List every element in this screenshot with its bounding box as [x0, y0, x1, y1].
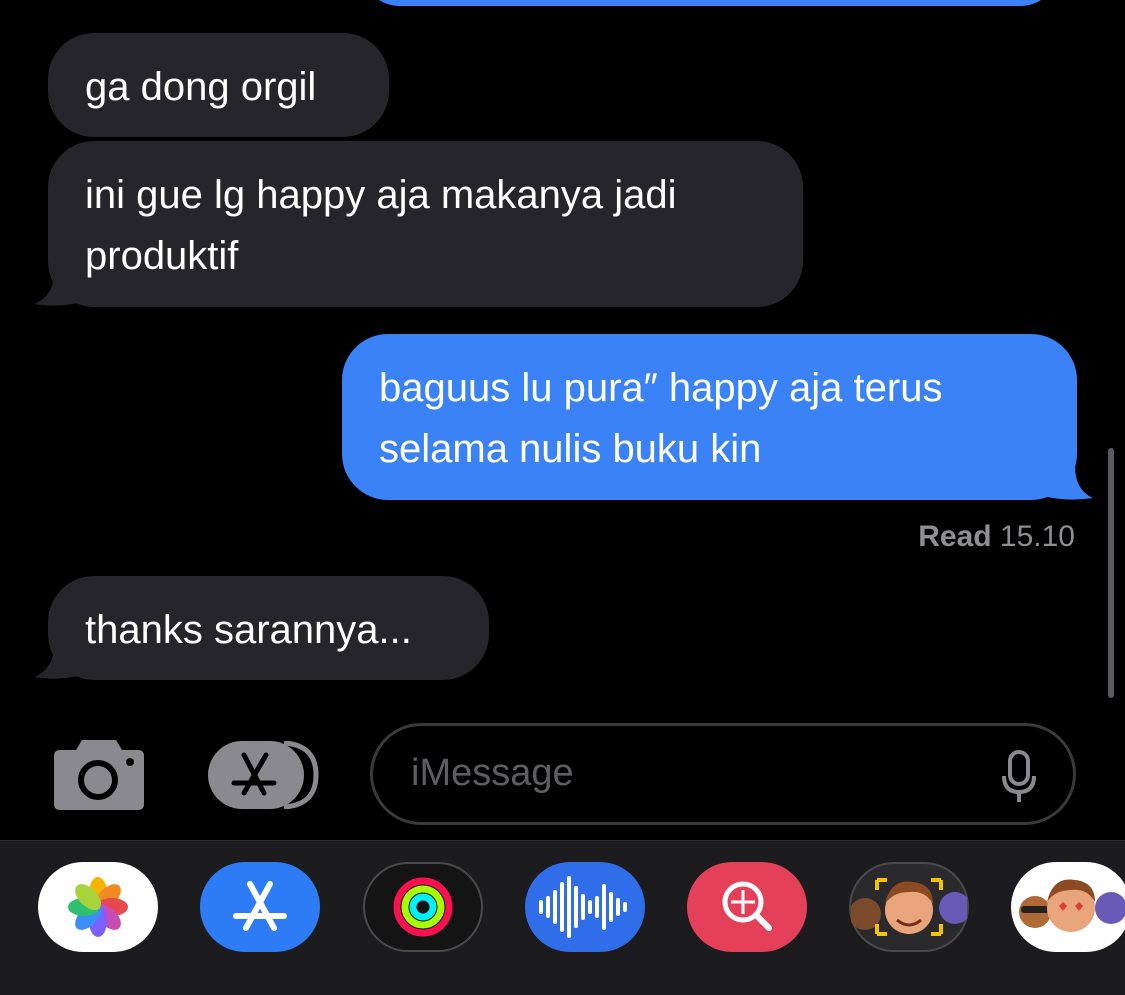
app-drawer: [0, 840, 1125, 995]
app-images-search[interactable]: [687, 862, 807, 952]
memoji-icon: [849, 878, 971, 936]
message-bubble-incoming[interactable]: ini gue lg happy aja makanya jadi produk…: [48, 141, 803, 307]
bubble-tail: [34, 272, 82, 306]
camera-icon[interactable]: [54, 740, 144, 810]
read-status: Read: [918, 520, 992, 553]
message-bubble-incoming[interactable]: ga dong orgil: [48, 33, 389, 137]
memoji-stickers-icon: [1019, 879, 1125, 932]
read-receipt: Read 15.10: [918, 520, 1075, 554]
message-bubble-incoming[interactable]: thanks sarannya...: [48, 576, 489, 680]
message-placeholder: iMessage: [411, 752, 574, 794]
read-time: 15.10: [999, 520, 1075, 553]
microphone-icon[interactable]: [1001, 750, 1037, 804]
message-bubble-outgoing[interactable]: baguus lu pura″ happy aja terus selama n…: [342, 334, 1077, 500]
message-input[interactable]: iMessage: [370, 723, 1076, 825]
globe-search-icon: [722, 881, 772, 931]
audio-waveform-icon: [539, 876, 627, 938]
app-store[interactable]: [200, 862, 320, 952]
activity-rings-icon: [393, 877, 453, 937]
app-store-icon: [233, 881, 287, 931]
scrollbar[interactable]: [1108, 448, 1114, 698]
app-activity[interactable]: [363, 862, 483, 952]
app-photos[interactable]: [38, 862, 158, 952]
app-audio[interactable]: [525, 862, 645, 952]
app-memoji[interactable]: [849, 862, 971, 952]
bubble-tail: [1043, 466, 1093, 500]
photos-icon: [68, 877, 128, 937]
previous-message-bubble[interactable]: [360, 0, 1060, 6]
app-store-icon[interactable]: [208, 741, 320, 809]
app-memoji-stickers[interactable]: [1011, 862, 1125, 952]
bubble-tail: [34, 645, 82, 679]
